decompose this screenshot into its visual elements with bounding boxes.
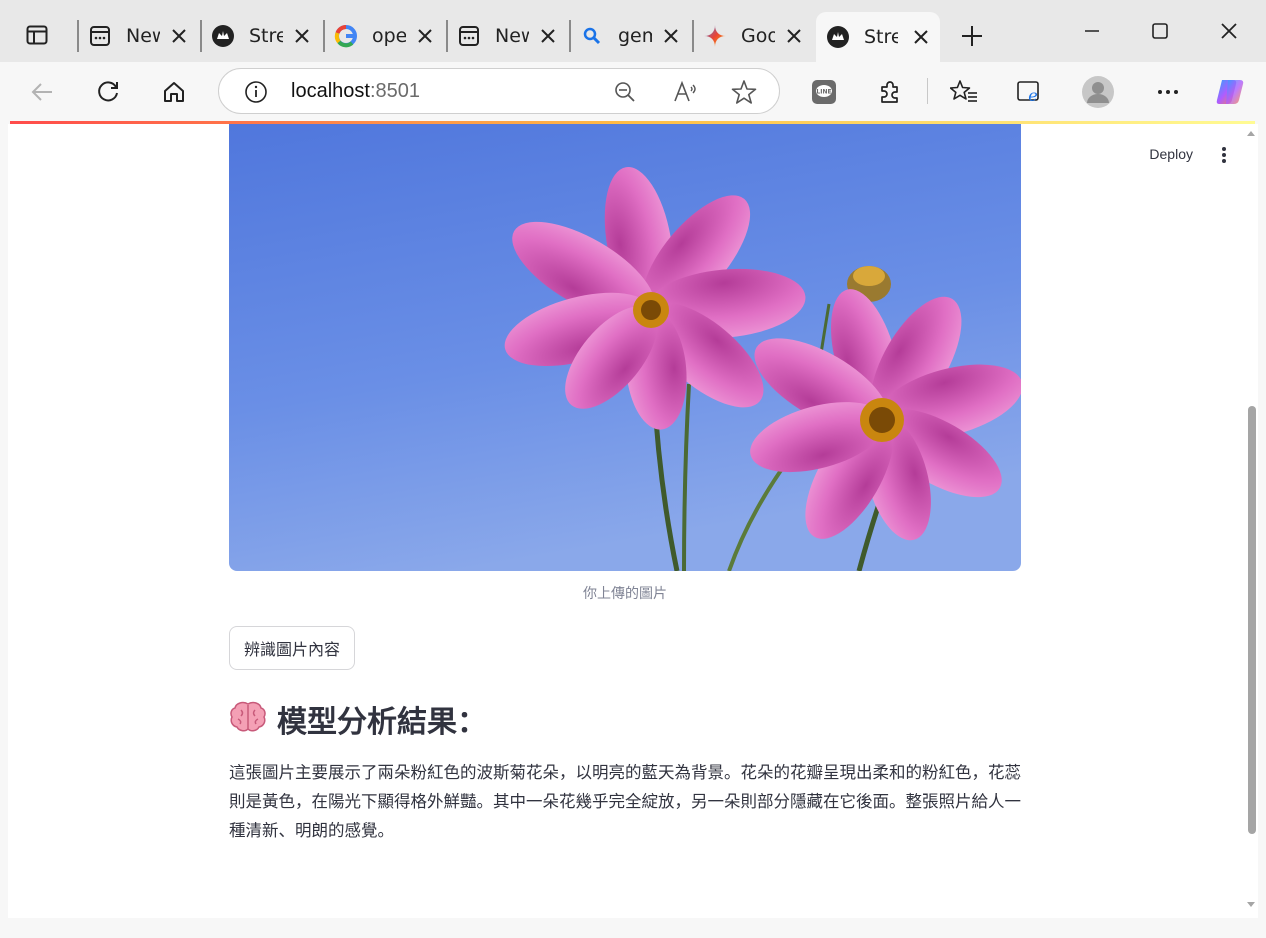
minimize-button[interactable] [1070, 14, 1114, 48]
result-heading: 模型分析結果： [229, 697, 487, 741]
close-icon[interactable] [662, 27, 680, 45]
brain-icon [229, 700, 267, 738]
tab-separator [692, 20, 694, 52]
tab-actions-icon[interactable] [20, 18, 54, 52]
more-options-icon[interactable] [1150, 74, 1186, 110]
analyze-image-button[interactable]: 辨識圖片內容 [229, 626, 356, 670]
close-icon[interactable] [912, 28, 930, 46]
browser-tab-strip: New Stre ope New gem Goo Stre [0, 0, 1266, 62]
favorites-icon[interactable] [946, 74, 982, 110]
svg-text:LINE: LINE [816, 89, 831, 96]
extensions-icon[interactable] [872, 74, 908, 110]
new-tab-button[interactable] [954, 20, 990, 52]
address-bar[interactable]: localhost:8501 [218, 68, 780, 114]
tab-streamlit-active[interactable]: Stre [816, 12, 940, 62]
image-caption: 你上傳的圖片 [583, 586, 667, 602]
close-window-button[interactable] [1207, 14, 1251, 48]
copilot-icon[interactable] [1212, 74, 1248, 110]
tab-title: Stre [864, 26, 898, 48]
tab-google[interactable]: ope [326, 14, 444, 58]
svg-text:e: e [1028, 86, 1037, 105]
google-icon [334, 24, 358, 48]
close-icon[interactable] [170, 27, 188, 45]
tab-separator [569, 20, 571, 52]
streamlit-icon [826, 25, 850, 49]
tab-new-1[interactable]: New [80, 14, 198, 58]
main-menu-icon[interactable] [1216, 144, 1232, 166]
tab-gemini[interactable]: Goo [695, 14, 813, 58]
tab-streamlit-1[interactable]: Stre [203, 14, 321, 58]
tab-title: ope [372, 25, 406, 47]
streamlit-app-page: Deploy 你上傳的圖片 辨識圖片內容 模型分析結果： 這張圖片主要展示了兩朵… [8, 124, 1258, 918]
uploaded-flower-image [229, 124, 1021, 571]
tab-separator [77, 20, 79, 52]
streamlit-icon [211, 24, 235, 48]
window-icon [457, 24, 481, 48]
scrollbar-thumb[interactable] [1248, 406, 1256, 834]
home-button[interactable] [156, 74, 192, 110]
back-button[interactable] [24, 74, 60, 110]
search-icon [580, 24, 604, 48]
page-scrollbar[interactable] [1244, 124, 1258, 918]
tab-search[interactable]: gem [572, 14, 690, 58]
line-extension-icon[interactable]: LINE [806, 74, 842, 110]
deploy-button[interactable]: Deploy [1149, 146, 1193, 162]
tab-separator [323, 20, 325, 52]
result-paragraph: 這張圖片主要展示了兩朵粉紅色的波斯菊花朵，以明亮的藍天為背景。花朵的花瓣呈現出柔… [229, 763, 1021, 840]
close-icon[interactable] [539, 27, 557, 45]
close-icon[interactable] [416, 27, 434, 45]
read-aloud-icon[interactable] [672, 79, 698, 105]
tab-title: New [495, 25, 529, 47]
maximize-button[interactable] [1138, 14, 1182, 48]
close-icon[interactable] [293, 27, 311, 45]
zoom-out-icon[interactable] [612, 79, 638, 105]
ie-mode-icon[interactable]: e [1012, 74, 1048, 110]
window-icon [88, 24, 112, 48]
gemini-icon [703, 24, 727, 48]
favorite-star-icon[interactable] [731, 79, 757, 105]
tab-title: Stre [249, 25, 283, 47]
toolbar-separator [927, 78, 928, 104]
tab-title: gem [618, 25, 652, 47]
browser-toolbar: localhost:8501 LINE e [0, 62, 1266, 122]
close-icon[interactable] [785, 27, 803, 45]
url-text[interactable]: localhost:8501 [291, 80, 420, 103]
tab-title: New [126, 25, 160, 47]
tab-separator [446, 20, 448, 52]
refresh-button[interactable] [90, 74, 126, 110]
window-bottom-edge [0, 918, 1266, 938]
site-info-icon[interactable] [243, 79, 269, 105]
tab-separator [200, 20, 202, 52]
tab-new-2[interactable]: New [449, 14, 567, 58]
result-heading-text: 模型分析結果： [277, 705, 487, 740]
tab-title: Goo [741, 25, 775, 47]
profile-avatar[interactable] [1080, 74, 1116, 110]
